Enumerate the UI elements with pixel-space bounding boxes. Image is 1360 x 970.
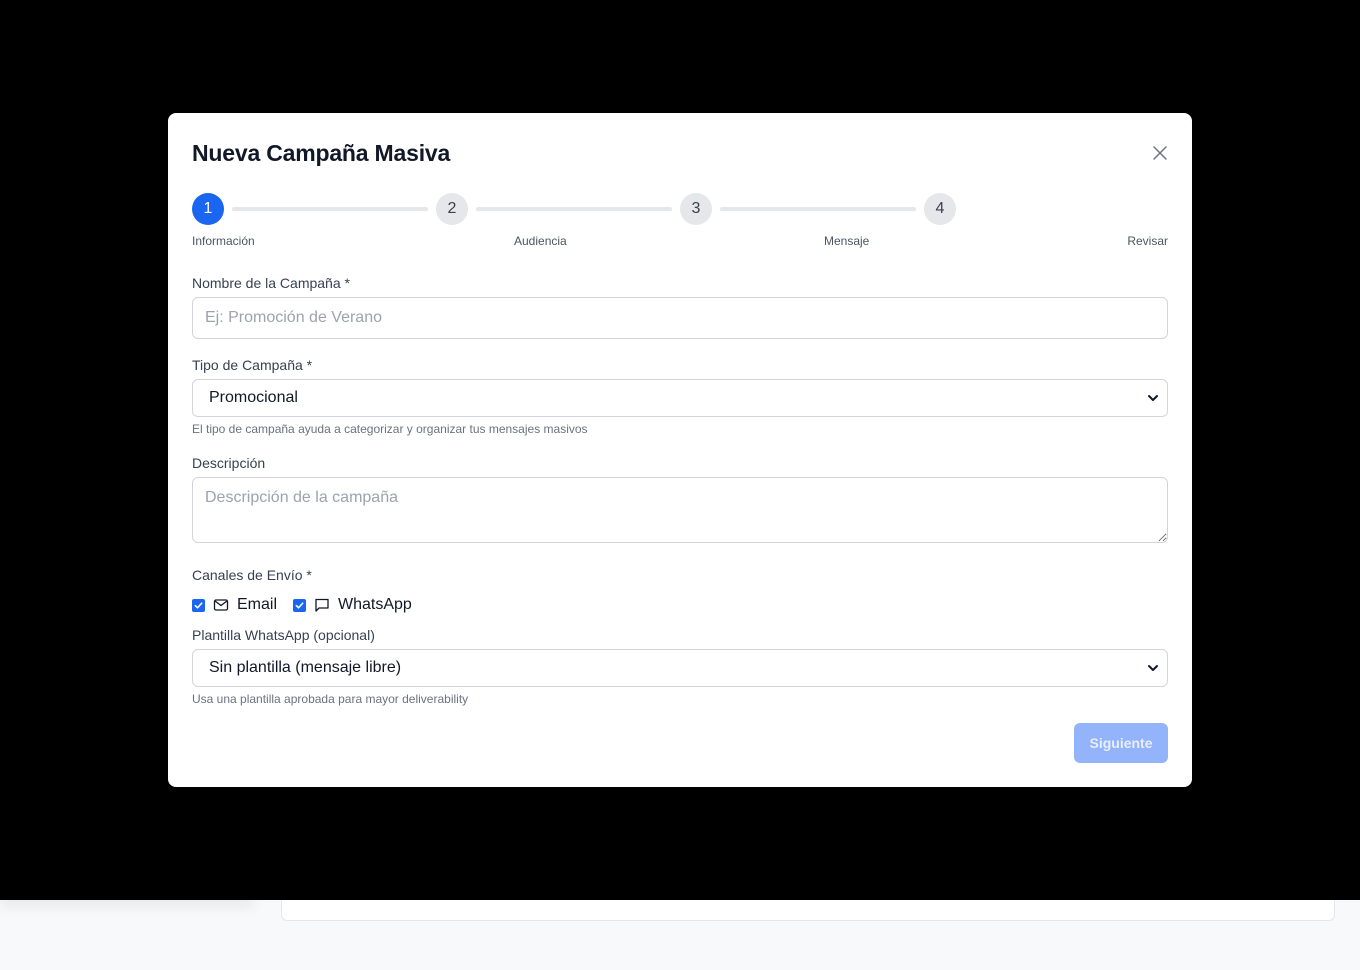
step-4-label: Revisar xyxy=(1127,234,1168,248)
new-campaign-modal: Nueva Campaña Masiva 1 2 3 4 Información… xyxy=(168,113,1192,787)
step-2-indicator: 2 xyxy=(436,193,468,225)
campaign-type-select[interactable]: Promocional xyxy=(192,379,1168,417)
channels-group: Email WhatsApp xyxy=(192,595,412,615)
step-connector xyxy=(720,207,916,211)
message-square-icon xyxy=(314,597,330,613)
campaign-type-label: Tipo de Campaña * xyxy=(192,357,313,373)
whatsapp-checkbox[interactable] xyxy=(293,598,307,612)
campaign-type-help: El tipo de campaña ayuda a categorizar y… xyxy=(192,422,588,436)
next-button[interactable]: Siguiente xyxy=(1074,723,1168,763)
close-icon xyxy=(1153,146,1167,160)
modal-title: Nueva Campaña Masiva xyxy=(192,140,451,166)
whatsapp-template-help: Usa una plantilla aprobada para mayor de… xyxy=(192,692,469,706)
stepper: 1 2 3 4 Información Audiencia Mensaje Re… xyxy=(192,193,1168,253)
channels-label: Canales de Envío * xyxy=(192,567,312,583)
email-channel-label: Email xyxy=(237,596,278,613)
whatsapp-template-value: Sin plantilla (mensaje libre) xyxy=(209,659,402,676)
step-1-label: Información xyxy=(192,234,255,248)
chevron-down-icon xyxy=(1148,395,1158,401)
step-3-label: Mensaje xyxy=(824,234,870,248)
mail-icon xyxy=(213,597,229,613)
campaign-type-value: Promocional xyxy=(209,389,298,406)
step-1-indicator: 1 xyxy=(192,193,224,225)
check-icon xyxy=(295,601,304,609)
step-3-indicator: 3 xyxy=(680,193,712,225)
description-textarea[interactable] xyxy=(192,477,1168,543)
step-connector xyxy=(232,207,428,211)
step-connector xyxy=(476,207,672,211)
step-4-indicator: 4 xyxy=(924,193,956,225)
whatsapp-template-select[interactable]: Sin plantilla (mensaje libre) xyxy=(192,649,1168,687)
step-2-label: Audiencia xyxy=(514,234,567,248)
check-icon xyxy=(194,601,203,609)
campaign-name-input[interactable] xyxy=(192,297,1168,339)
email-checkbox[interactable] xyxy=(192,598,205,612)
close-button[interactable] xyxy=(1150,143,1170,163)
whatsapp-channel-label: WhatsApp xyxy=(338,596,412,613)
whatsapp-template-label: Plantilla WhatsApp (opcional) xyxy=(192,627,375,643)
description-label: Descripción xyxy=(192,455,266,471)
chevron-down-icon xyxy=(1148,665,1158,671)
campaign-name-label: Nombre de la Campaña * xyxy=(192,275,350,291)
